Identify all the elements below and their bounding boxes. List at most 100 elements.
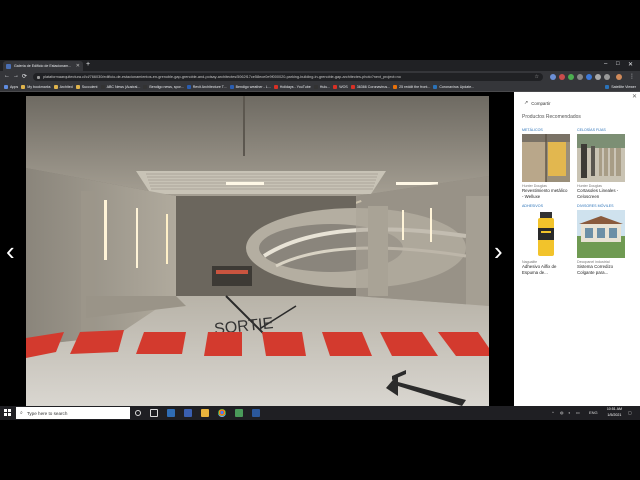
volume-icon[interactable]: ◖ <box>568 410 570 415</box>
lock-icon <box>37 75 40 79</box>
desktop-screen: Galería de Edificio de Estacionam... ✕ +… <box>0 0 640 480</box>
bookmark-item[interactable]: My bookmarks <box>21 85 51 89</box>
browser-toolbar: ← → ⟳ plataformaarquitectura.cl/cl/76603… <box>0 71 640 83</box>
puzzle-icon[interactable] <box>604 74 610 80</box>
bookmark-label: Hulu... <box>319 85 331 89</box>
product-category: DIVISORES MÓVILES <box>577 204 614 208</box>
extension-icon[interactable] <box>550 74 556 80</box>
cortana-icon[interactable] <box>135 410 141 416</box>
product-category: CELOSÍAS FIJAS <box>577 128 606 132</box>
product-thumbnail[interactable] <box>522 134 570 182</box>
product-name[interactable]: Adhesivo Ailfix de Espuma de... <box>522 264 570 275</box>
url-text[interactable]: plataformaarquitectura.cl/cl/766030/edif… <box>43 75 535 79</box>
bookmark-item[interactable]: Bendigo news, spor... <box>143 85 184 89</box>
maximize-button[interactable]: □ <box>616 61 620 67</box>
app-icon[interactable] <box>235 409 243 417</box>
product-thumbnail[interactable] <box>522 210 570 258</box>
bookmark-icon <box>100 85 105 89</box>
tab-strip: Galería de Edificio de Estacionam... ✕ +… <box>0 60 640 71</box>
bookmark-label: 36366 Coronavirus... <box>356 85 391 89</box>
previous-image-button[interactable]: ‹ <box>6 236 15 267</box>
forward-button[interactable]: → <box>13 73 19 79</box>
network-icon[interactable]: ◍ <box>560 410 564 415</box>
bookmark-icon <box>605 85 610 89</box>
product-category: METÁLICOS <box>522 128 543 132</box>
product-card[interactable]: ADHESIVOS Nagualite Adhesivo Ailfix de E… <box>522 204 570 275</box>
product-name[interactable]: Sistema Corredizo Colgante para... <box>577 264 625 275</box>
battery-icon[interactable]: ▭ <box>576 410 580 415</box>
avatar[interactable] <box>616 74 622 80</box>
extension-icon[interactable] <box>559 74 565 80</box>
tab-title: Galería de Edificio de Estacionam... <box>14 64 72 68</box>
share-button[interactable]: ↗ Compartir <box>524 100 550 106</box>
address-bar[interactable]: plataformaarquitectura.cl/cl/766030/edif… <box>33 73 543 81</box>
bookmark-item[interactable]: Succulent <box>75 85 98 89</box>
bookmark-icon <box>393 85 398 89</box>
tab-close-icon[interactable]: ✕ <box>76 63 80 69</box>
product-card[interactable]: CELOSÍAS FIJAS Hunter Douglas Cortasoles… <box>577 128 625 199</box>
close-panel-icon[interactable]: ✕ <box>632 93 637 100</box>
bookmark-label: Satellite Viewer <box>611 85 636 89</box>
word-icon[interactable] <box>252 409 260 417</box>
photos-app-icon[interactable] <box>167 409 175 417</box>
bookmark-item[interactable]: Hulu... <box>313 85 331 89</box>
bookmark-item[interactable]: Bendigo weather - L... <box>229 85 271 89</box>
chrome-icon[interactable] <box>218 409 226 417</box>
bookmark-label: 25 reddit the front... <box>399 85 431 89</box>
extension-icon[interactable] <box>595 74 601 80</box>
revit-app-icon[interactable] <box>184 409 192 417</box>
bookmark-item[interactable]: WOS <box>333 85 348 89</box>
new-tab-button[interactable]: + <box>86 61 90 68</box>
bookmark-label: ABC News (Austral... <box>106 85 141 89</box>
product-thumbnail[interactable] <box>577 134 625 182</box>
bookmark-label: Archited <box>59 85 73 89</box>
bookmark-item[interactable]: ABC News (Austral... <box>100 85 141 89</box>
bookmark-item[interactable]: 36366 Coronavirus... <box>350 85 391 89</box>
windows-logo-icon <box>4 409 7 412</box>
extension-icon[interactable] <box>568 74 574 80</box>
bookmark-icon <box>350 85 355 89</box>
bookmark-item[interactable]: Apps <box>4 85 18 89</box>
bookmark-icon <box>75 85 80 89</box>
next-image-button[interactable]: › <box>494 236 503 267</box>
system-clock[interactable]: 10:51 AM 1/5/2021 <box>607 407 622 418</box>
bookmark-icon <box>21 85 26 89</box>
bookmark-label: WOS <box>339 85 348 89</box>
bookmark-item[interactable]: Coronavirus Update... <box>433 85 474 89</box>
extension-icon[interactable] <box>586 74 592 80</box>
product-name[interactable]: Cortasoles Lineales - Celoscreen <box>577 188 625 199</box>
bookmark-item[interactable]: 25 reddit the front... <box>393 85 430 89</box>
minimize-button[interactable]: – <box>604 61 607 67</box>
language-indicator[interactable]: ENG <box>589 410 598 415</box>
product-thumbnail[interactable] <box>577 210 625 258</box>
taskbar-search-box[interactable]: ⌕ Type here to search <box>16 407 130 419</box>
side-panel: ✕ ↗ Compartir Productos Recomendados MET… <box>514 92 640 406</box>
site-favicon-icon <box>6 63 11 69</box>
product-card[interactable]: DIVISORES MÓVILES Decopanel industrial S… <box>577 204 625 275</box>
task-view-icon[interactable] <box>150 409 158 417</box>
reload-button[interactable]: ⟳ <box>22 73 27 80</box>
bookmark-item[interactable]: Archited <box>53 85 73 89</box>
bookmark-label: Bendigo news, spor... <box>149 85 184 89</box>
gallery-photo: SORTIE <box>26 96 489 406</box>
bookmark-item[interactable]: Revit Architecture T... <box>186 85 227 89</box>
bookmark-star-icon[interactable]: ☆ <box>535 74 539 80</box>
tab-gallery[interactable]: Galería de Edificio de Estacionam... ✕ <box>3 61 83 71</box>
bookmark-satellite-viewer[interactable]: Satellite Viewer <box>605 85 636 89</box>
notifications-icon[interactable]: ▢ <box>628 410 632 415</box>
back-button[interactable]: ← <box>4 73 10 79</box>
share-label: Compartir <box>531 100 551 106</box>
bookmark-icon <box>313 85 318 89</box>
bookmark-label: My bookmarks <box>27 85 51 89</box>
menu-dots-icon[interactable]: ⋮ <box>629 73 635 80</box>
tray-chevron-icon[interactable]: ^ <box>552 410 554 415</box>
bookmark-icon <box>4 85 8 89</box>
file-explorer-icon[interactable] <box>201 409 209 417</box>
close-window-button[interactable]: ✕ <box>628 61 633 68</box>
extension-icon[interactable] <box>577 74 583 80</box>
product-card[interactable]: METÁLICOS Hunter Douglas Revestimiento m… <box>522 128 570 199</box>
product-name[interactable]: Revestimiento metálico - Welluxe <box>522 188 570 199</box>
bookmark-item[interactable]: Holidays - YouTube <box>273 85 311 89</box>
bookmark-label: Bendigo weather - L... <box>235 85 271 89</box>
product-category: ADHESIVOS <box>522 204 543 208</box>
